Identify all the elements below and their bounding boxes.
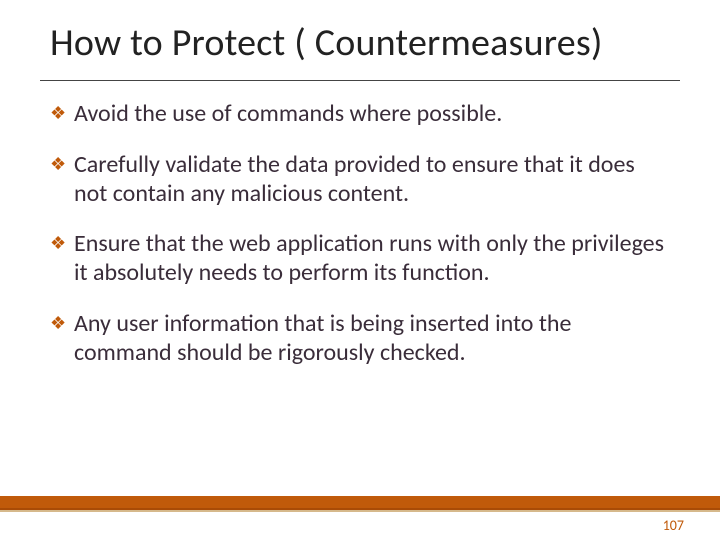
slide-body: ❖ Avoid the use of commands where possib… [50,100,670,390]
bullet-text: Carefully validate the data provided to … [74,150,635,208]
title-underline [40,80,680,81]
page-number: 107 [663,517,684,534]
footer-underline [0,510,720,512]
diamond-bullet-icon: ❖ [50,104,68,122]
slide-title: How to Protect ( Countermeasures) [50,20,690,66]
slide: How to Protect ( Countermeasures) ❖ Avoi… [0,0,720,540]
footer-accent-bar [0,496,720,510]
list-item: ❖ Any user information that is being ins… [50,310,670,368]
list-item: ❖ Carefully validate the data provided t… [50,151,670,209]
list-item: ❖ Avoid the use of commands where possib… [50,100,670,129]
list-item: ❖ Ensure that the web application runs w… [50,230,670,288]
bullet-text: Any user information that is being inser… [74,309,571,367]
bullet-text: Ensure that the web application runs wit… [74,229,664,287]
diamond-bullet-icon: ❖ [50,155,68,173]
bullet-text: Avoid the use of commands where possible… [74,99,502,128]
diamond-bullet-icon: ❖ [50,314,68,332]
diamond-bullet-icon: ❖ [50,234,68,252]
